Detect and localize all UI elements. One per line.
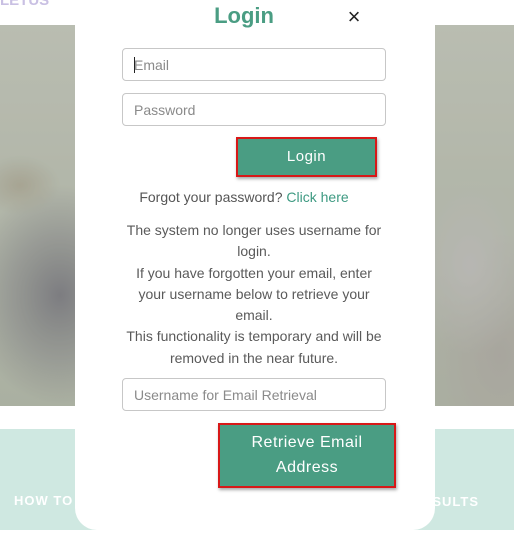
- email-input[interactable]: [122, 48, 386, 81]
- notice-line: The system no longer uses username for l…: [126, 222, 382, 260]
- username-notice: The system no longer uses username for l…: [122, 220, 386, 369]
- forgot-password-link[interactable]: Click here: [286, 189, 348, 205]
- close-icon[interactable]: ×: [343, 6, 365, 28]
- password-input[interactable]: [122, 93, 386, 126]
- background-band-link-left: HOW TO: [14, 493, 74, 508]
- login-button[interactable]: Login: [236, 137, 377, 177]
- text-caret: [134, 57, 135, 73]
- notice-line: This functionality is temporary and will…: [126, 328, 382, 366]
- login-modal: Login × Login Forgot your password? Clic…: [75, 0, 435, 530]
- background-top-text: LETUS: [0, 0, 50, 9]
- forgot-password-row: Forgot your password? Click here: [75, 189, 413, 205]
- username-retrieval-input[interactable]: [122, 378, 386, 411]
- retrieve-button-line2: Address: [275, 459, 339, 476]
- forgot-password-text: Forgot your password?: [139, 189, 283, 205]
- background-band-link-right: SULTS: [432, 494, 479, 509]
- retrieve-email-button[interactable]: Retrieve Email Address: [218, 423, 396, 488]
- retrieve-button-line1: Retrieve Email: [251, 434, 363, 451]
- notice-line: If you have forgotten your email, enter …: [136, 264, 372, 324]
